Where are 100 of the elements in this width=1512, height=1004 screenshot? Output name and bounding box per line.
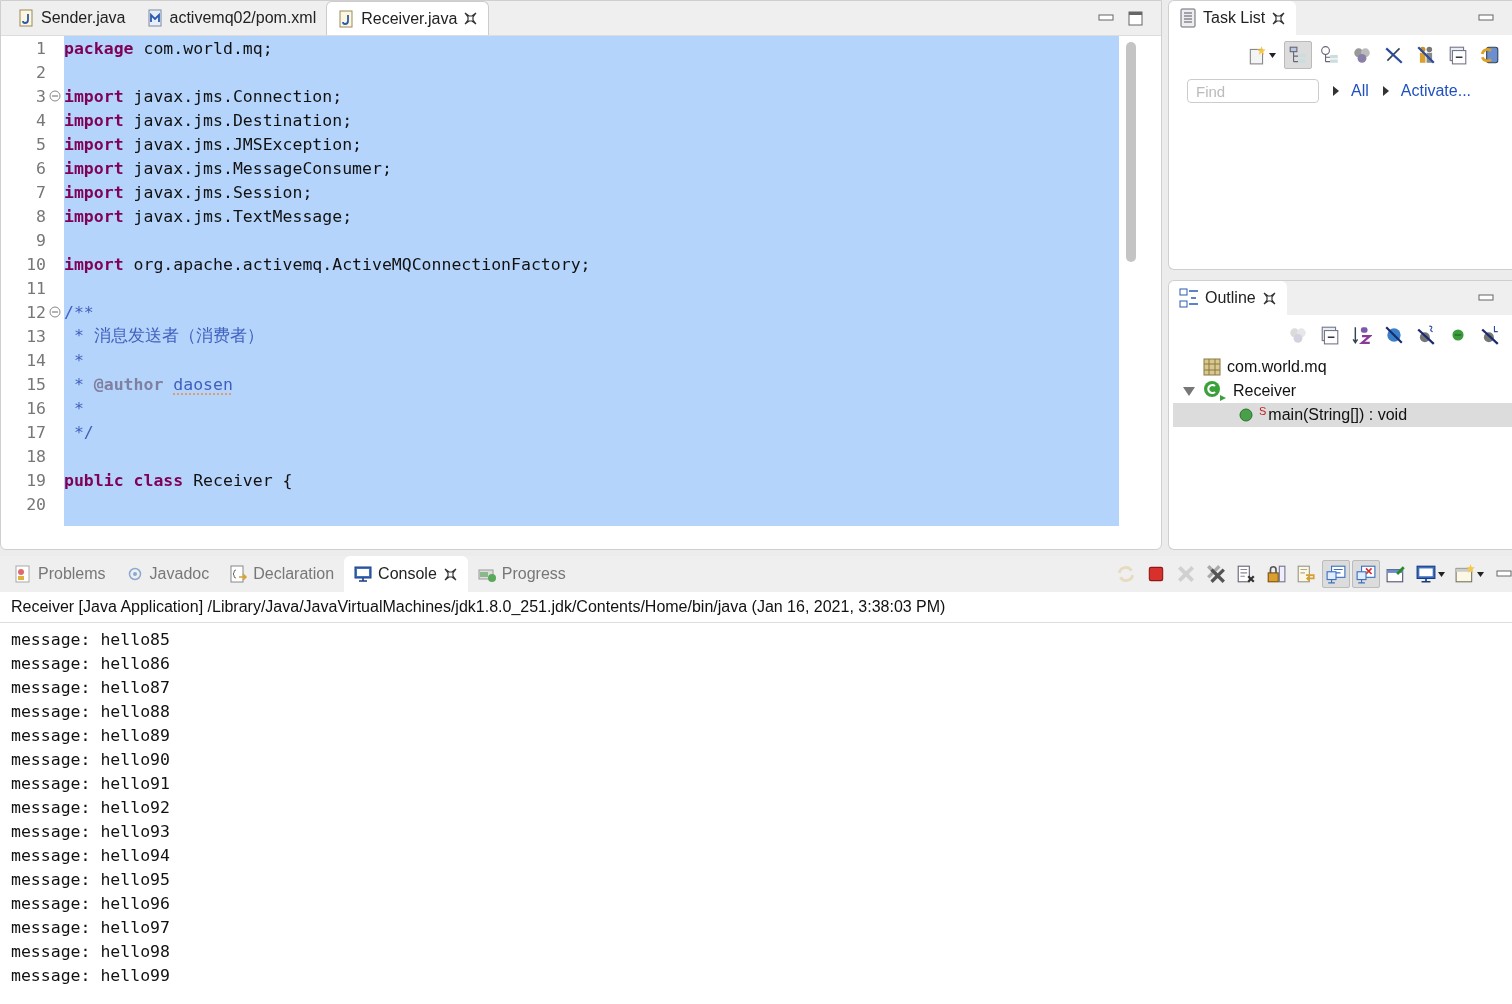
- close-icon[interactable]: [463, 11, 479, 26]
- circles-icon: [1352, 45, 1372, 65]
- problems-icon: [14, 565, 32, 583]
- expanded-arrow-icon[interactable]: [1183, 385, 1195, 397]
- find-field[interactable]: Find: [1187, 79, 1319, 103]
- clock-list-icon: [1320, 45, 1340, 65]
- console-line: message: hello87: [11, 677, 170, 697]
- line-number: 15: [26, 374, 46, 394]
- line-number: 14: [26, 350, 46, 370]
- line-number: 7: [36, 182, 46, 202]
- line-number: 4: [36, 110, 46, 130]
- crossed-ball-icon: [1384, 325, 1404, 345]
- declaration-icon: [229, 565, 248, 583]
- code-line: * @author daosen: [72, 374, 233, 394]
- console-line: message: hello94: [11, 845, 170, 865]
- minimize-icon[interactable]: [1478, 294, 1494, 302]
- console-line: message: hello86: [11, 653, 170, 673]
- method-icon: [1239, 408, 1253, 422]
- console-line: message: hello91: [11, 773, 170, 793]
- editor-tab[interactable]: Receiver.java: [326, 1, 490, 35]
- console-line: message: hello99: [11, 965, 170, 985]
- close-icon[interactable]: [1261, 290, 1277, 306]
- editor-tab[interactable]: Sender.java: [7, 1, 136, 35]
- fold-icon[interactable]: [49, 306, 61, 318]
- tree-item[interactable]: com.world.mq: [1173, 355, 1512, 379]
- sync-icon: [1480, 45, 1500, 65]
- code-line: import javax.jms.JMSException;: [64, 134, 363, 154]
- code-line: * 消息发送者（消费者）: [72, 325, 264, 347]
- outline-tab[interactable]: Outline: [1169, 281, 1287, 315]
- code-line: import javax.jms.Session;: [64, 182, 313, 202]
- caret-icon: [1269, 52, 1276, 58]
- task-list-tab[interactable]: Task List: [1169, 1, 1297, 35]
- console-line: message: hello98: [11, 941, 170, 961]
- relaunch-icon: [1116, 564, 1136, 584]
- java-file-icon: [17, 9, 35, 27]
- sort-az-icon: [1352, 325, 1372, 345]
- line-number: 8: [36, 206, 46, 226]
- process-label: Receiver [Java Application] /Library/Java/JavaVirtualMachines/jdk1.8.0_251.jdk/Contents/Home/bin/java (Jan 16, 2021, 3:38:03 PM): [0, 592, 1512, 623]
- collapse-all-icon: [1320, 325, 1340, 345]
- monitor-page-button[interactable]: [1322, 560, 1350, 588]
- code-line: package com.world.mq;: [64, 38, 273, 58]
- view-tab[interactable]: Problems: [4, 556, 116, 592]
- monitor-error-button[interactable]: [1352, 560, 1380, 588]
- line-number: 19: [26, 470, 46, 490]
- close-icon[interactable]: [1271, 10, 1287, 26]
- line-number: 10: [26, 254, 46, 274]
- xml-file-icon: [145, 9, 164, 27]
- filter-link[interactable]: Activate...: [1382, 82, 1472, 100]
- console-line: message: hello93: [11, 821, 170, 841]
- crossed-local-icon: [1480, 325, 1500, 345]
- scrollbar-thumb[interactable]: [1126, 42, 1136, 262]
- minimize-icon[interactable]: [1496, 570, 1512, 578]
- view-tab[interactable]: Progress: [467, 556, 576, 592]
- line-number: 3: [36, 86, 46, 106]
- monitor-icon: [354, 565, 373, 583]
- tree-item[interactable]: Receiver: [1173, 379, 1512, 403]
- monitor-error-icon: [1356, 564, 1376, 584]
- people-icon: [1416, 45, 1436, 65]
- tree-list-button[interactable]: [1284, 41, 1312, 69]
- line-number: 18: [26, 446, 46, 466]
- line-number: 9: [36, 230, 46, 250]
- console-line: message: hello88: [11, 701, 170, 721]
- monitor-icon: [1416, 564, 1436, 584]
- console-line: message: hello90: [11, 749, 170, 769]
- line-number: 11: [26, 278, 46, 298]
- crossed-static-icon: [1416, 325, 1436, 345]
- console-line: message: hello96: [11, 893, 170, 913]
- code-line: public class Receiver {: [64, 470, 293, 490]
- maximize-icon[interactable]: [1128, 10, 1143, 26]
- remove-all-icon: [1206, 564, 1226, 584]
- package-icon: [1203, 358, 1221, 376]
- editor-tab[interactable]: activemq02/pom.xml: [135, 1, 327, 35]
- filter-link[interactable]: All: [1333, 82, 1369, 100]
- line-number: 1: [36, 38, 46, 58]
- view-tab[interactable]: Javadoc: [115, 556, 220, 592]
- java-file-icon: [337, 9, 356, 28]
- monitor-page-icon: [1326, 564, 1346, 584]
- static-marker: S: [1259, 405, 1267, 417]
- clear-page-icon: [1236, 564, 1256, 584]
- code-line: import javax.jms.MessageConsumer;: [64, 158, 392, 178]
- code-line: /**: [64, 302, 94, 322]
- fold-icon[interactable]: [49, 90, 61, 102]
- console-line: message: hello92: [11, 797, 170, 817]
- line-number: 6: [36, 158, 46, 178]
- wrap-page-icon: [1296, 564, 1316, 584]
- console-line: message: hello95: [11, 869, 170, 889]
- line-number: 13: [26, 326, 46, 346]
- new-page-icon: [1247, 45, 1267, 65]
- console-line: message: hello89: [11, 725, 170, 745]
- view-tab[interactable]: Declaration: [219, 556, 345, 592]
- code-line: */: [72, 422, 94, 442]
- view-tab[interactable]: Console: [344, 556, 468, 592]
- line-number: 20: [26, 494, 46, 514]
- minimize-icon[interactable]: [1098, 14, 1114, 22]
- code-line: import javax.jms.TextMessage;: [64, 206, 353, 226]
- close-icon[interactable]: [442, 566, 458, 582]
- new-window-icon: [1455, 564, 1475, 584]
- minimize-icon[interactable]: [1478, 14, 1494, 22]
- tree-label: main(String[]) : void: [1268, 406, 1408, 424]
- triangle-icon: [1382, 86, 1389, 96]
